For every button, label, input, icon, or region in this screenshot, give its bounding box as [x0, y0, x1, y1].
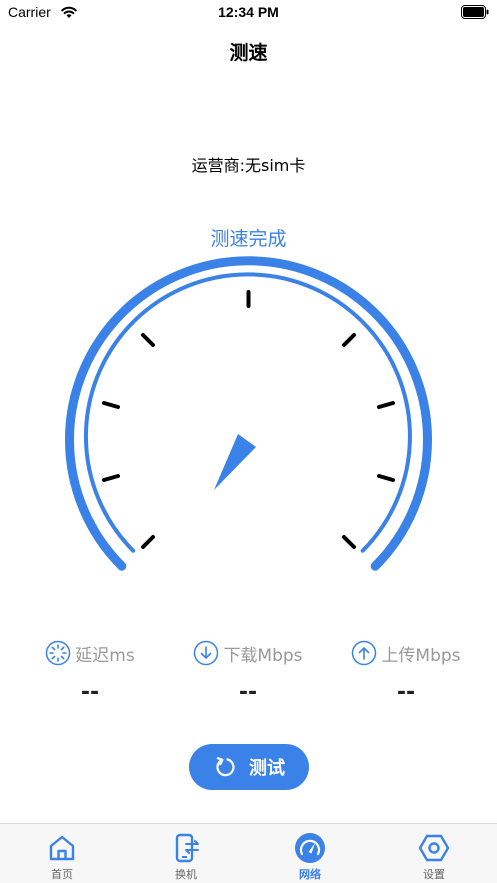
settings-icon: [418, 834, 450, 862]
gauge-ticks: [102, 290, 395, 549]
test-button[interactable]: 测试: [189, 744, 309, 790]
gauge-tick: [141, 333, 155, 347]
tab-label: 设置: [423, 868, 445, 881]
metric-upload: 上传Mbps --: [326, 636, 486, 716]
test-button-label: 测试: [249, 758, 285, 779]
battery-icon: [461, 5, 489, 19]
metric-value: --: [80, 680, 100, 705]
download-icon: [194, 640, 219, 666]
gauge-tick: [377, 474, 395, 482]
gauge-tick: [342, 333, 356, 347]
gauge-tick: [377, 401, 395, 409]
test-status: 测速完成: [210, 228, 287, 250]
refresh-icon: [216, 757, 235, 777]
metric-label: 上传Mbps: [381, 645, 461, 666]
gauge-needle: [214, 434, 256, 490]
metric-value: --: [396, 680, 416, 705]
phone-transfer-icon: [175, 833, 199, 863]
tab-bar: 首页 换机 网络 设置: [0, 823, 497, 883]
tab-network[interactable]: 网络: [248, 824, 372, 883]
latency-icon: [46, 640, 71, 666]
status-bar: Carrier 12:34 PM: [0, 0, 497, 26]
metric-label: 延迟ms: [75, 645, 135, 666]
gauge-tick: [141, 535, 155, 549]
gauge-inner-arc: [83, 272, 412, 553]
metric-download: 下载Mbps --: [168, 636, 328, 716]
gauge-tick: [342, 535, 356, 549]
tab-label: 换机: [175, 868, 197, 881]
home-icon: [49, 835, 75, 861]
metric-label: 下载Mbps: [223, 645, 303, 666]
tab-settings[interactable]: 设置: [372, 824, 496, 883]
status-time: 12:34 PM: [218, 4, 279, 20]
tab-label: 首页: [51, 868, 73, 881]
metric-value: --: [238, 680, 258, 705]
gauge-tick: [102, 401, 120, 409]
tab-transfer[interactable]: 换机: [124, 824, 248, 883]
carrier-info: 运营商:无sim卡: [191, 156, 306, 175]
gauge-tick: [102, 474, 120, 482]
speed-metrics: 延迟ms -- 下载Mbps -- 上传Mbps --: [0, 636, 497, 716]
tab-label: 网络: [299, 868, 321, 881]
upload-icon: [352, 640, 377, 666]
speedometer-icon: [295, 833, 325, 863]
page-title: 测速: [229, 42, 268, 64]
metric-latency: 延迟ms --: [10, 636, 170, 716]
speed-gauge: [65, 256, 432, 571]
tab-home[interactable]: 首页: [0, 824, 124, 883]
